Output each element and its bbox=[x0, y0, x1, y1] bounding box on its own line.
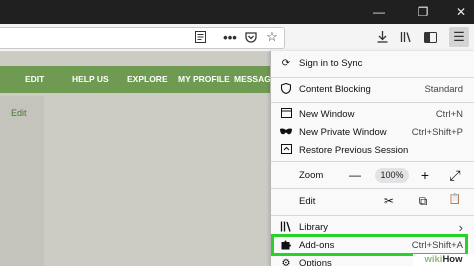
side-card bbox=[0, 96, 44, 266]
paste-icon[interactable]: 📋 bbox=[447, 194, 463, 205]
nav-help-us[interactable]: HELP US bbox=[72, 66, 109, 93]
separator bbox=[271, 188, 474, 189]
menu-zoom-row: Zoom bbox=[299, 170, 324, 181]
menu-new-window[interactable]: New Window Ctrl+N bbox=[271, 105, 474, 123]
menu-sign-in-sync[interactable]: ⟳ Sign in to Sync bbox=[271, 53, 474, 74]
gear-icon: ⚙ bbox=[281, 258, 291, 266]
add-ons-highlight bbox=[271, 234, 468, 256]
minimize-button[interactable]: — bbox=[366, 0, 392, 24]
cut-icon[interactable]: ✂ bbox=[381, 194, 397, 208]
title-bar bbox=[0, 0, 474, 24]
zoom-reset-button[interactable]: 100% bbox=[375, 168, 409, 183]
open-menu-button[interactable]: ☰ bbox=[449, 27, 469, 47]
chevron-right-icon: › bbox=[458, 220, 463, 235]
separator bbox=[271, 161, 474, 162]
restore-button[interactable]: ❐ bbox=[410, 0, 436, 24]
zoom-in-button[interactable]: + bbox=[417, 167, 433, 183]
separator bbox=[271, 77, 474, 78]
library-icon bbox=[279, 221, 293, 235]
nav-explore[interactable]: EXPLORE bbox=[127, 66, 168, 93]
zoom-out-button[interactable]: — bbox=[347, 168, 363, 182]
bookmark-star-icon[interactable]: ☆ bbox=[263, 28, 281, 46]
page-actions-icon[interactable]: ••• bbox=[221, 28, 239, 46]
nav-edit[interactable]: EDIT bbox=[25, 66, 44, 93]
wikihow-watermark: wikiHow bbox=[413, 254, 474, 266]
fullscreen-icon[interactable]: ⤢ bbox=[447, 167, 463, 184]
library-icon[interactable] bbox=[398, 29, 414, 45]
pocket-icon[interactable] bbox=[243, 29, 259, 45]
navigation-toolbar: ••• ☆ bbox=[0, 24, 474, 52]
separator bbox=[271, 102, 474, 103]
nav-messages[interactable]: MESSAG bbox=[234, 66, 270, 93]
reader-view-icon[interactable] bbox=[192, 29, 208, 45]
sidebar-icon[interactable] bbox=[421, 29, 439, 45]
download-icon[interactable] bbox=[374, 29, 390, 45]
private-mask-icon bbox=[279, 127, 293, 138]
menu-new-private-window[interactable]: New Private Window Ctrl+Shift+P bbox=[271, 123, 474, 141]
copy-icon[interactable]: ⧉ bbox=[415, 194, 431, 209]
separator bbox=[271, 215, 474, 216]
shield-icon bbox=[279, 82, 293, 97]
edit-link[interactable]: Edit bbox=[11, 108, 27, 118]
new-window-icon bbox=[279, 107, 293, 121]
nav-my-profile[interactable]: MY PROFILE bbox=[178, 66, 230, 93]
menu-restore-session[interactable]: Restore Previous Session bbox=[271, 141, 474, 159]
sync-icon: ⟳ bbox=[281, 58, 291, 69]
close-button[interactable]: ✕ bbox=[448, 0, 474, 24]
menu-edit-row: Edit bbox=[299, 196, 316, 207]
menu-content-blocking[interactable]: Content Blocking Standard bbox=[271, 79, 474, 100]
restore-session-icon bbox=[279, 143, 293, 157]
